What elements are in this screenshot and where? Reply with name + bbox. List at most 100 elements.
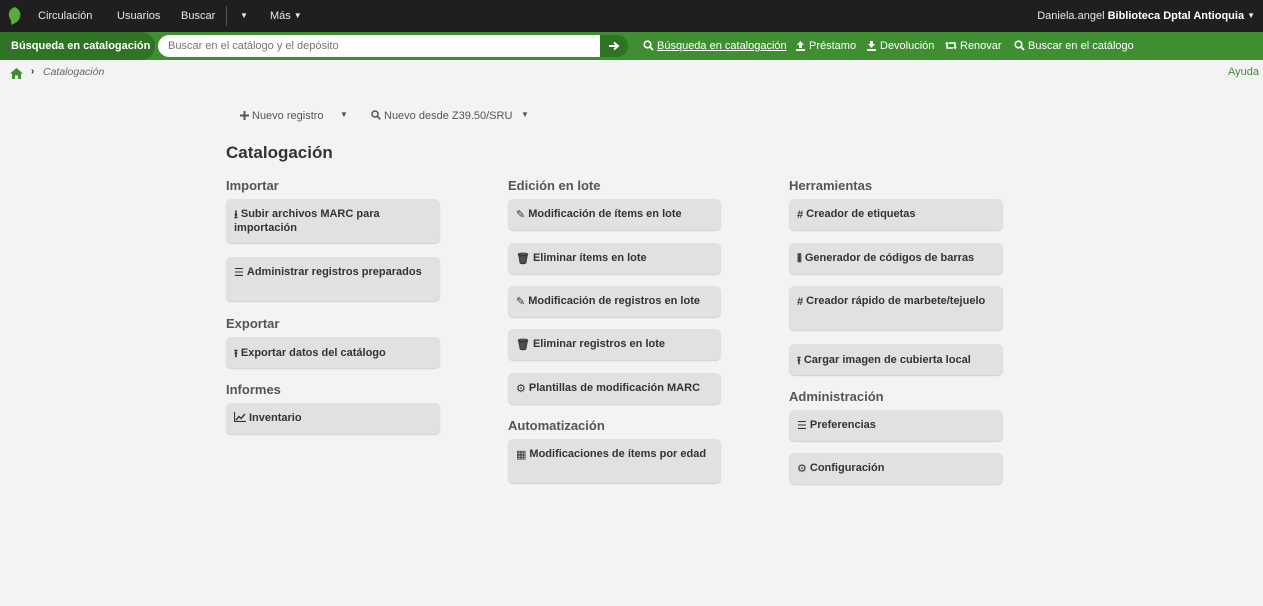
quick-checkout[interactable]: Préstamo [795, 32, 856, 60]
trash-icon: 🗑 [516, 253, 530, 265]
search-type-label[interactable]: Búsqueda en catalogación [0, 32, 155, 60]
user-menu[interactable]: Daniela.angel Biblioteca Dptal Antioquia… [1037, 0, 1255, 32]
quick-search-catalog[interactable]: Buscar en el catálogo [1014, 32, 1134, 60]
user-name: Daniela.angel [1037, 10, 1105, 22]
export-catalog-button[interactable]: ⭱ Exportar datos del catálogo [226, 337, 440, 368]
label-creator-button[interactable]: # Creador de etiquetas [789, 199, 1003, 230]
section-exportar: Exportar [226, 316, 280, 331]
button-label: Creador de etiquetas [806, 208, 916, 220]
batch-item-deletion-button[interactable]: 🗑 Eliminar ítems en lote [508, 243, 721, 274]
quick-checkin[interactable]: Devolución [866, 32, 934, 60]
button-label: Preferencias [809, 419, 876, 431]
library-name: Biblioteca Dptal Antioquia [1107, 10, 1245, 22]
section-importar: Importar [226, 178, 279, 193]
home-icon[interactable] [10, 68, 23, 79]
button-label: Configuración [809, 462, 885, 474]
line-chart-icon [234, 412, 246, 422]
age-item-modification-button[interactable]: ▦ Modificaciones de ítems por edad [508, 439, 721, 483]
chevron-down-icon: ▼ [1247, 11, 1255, 20]
quick-label: Búsqueda en catalogación [657, 40, 787, 52]
upload-icon [796, 41, 805, 51]
chevron-down-icon: ▼ [293, 11, 302, 20]
search-icon [1014, 40, 1025, 51]
help-link[interactable]: Ayuda [1228, 66, 1259, 78]
nav-mas[interactable]: Más ▼ [270, 0, 302, 32]
section-edicion-lote: Edición en lote [508, 178, 601, 193]
button-label: Exportar datos del catálogo [240, 347, 386, 359]
pencil-icon: ✎ [516, 296, 526, 308]
batch-record-modification-button[interactable]: ✎ Modificación de registros en lote [508, 286, 721, 317]
search-icon [643, 40, 654, 51]
arrow-right-icon [609, 41, 620, 51]
button-label: Generador de códigos de barras [804, 252, 975, 264]
quick-catalog-search[interactable]: Búsqueda en catalogación [643, 32, 787, 60]
new-z3950-label: Nuevo desde Z39.50/SRU [384, 110, 513, 122]
button-label: Inventario [249, 412, 302, 424]
download-icon [867, 41, 876, 51]
breadcrumb-current: Catalogación [43, 66, 105, 78]
download-icon: ⭳ [234, 209, 238, 221]
button-label: Administrar registros preparados [246, 266, 422, 278]
new-z3950-dropdown[interactable]: ▼ [521, 110, 529, 119]
quick-label: Buscar en el catálogo [1028, 40, 1134, 52]
upload-icon: ⭱ [234, 348, 238, 360]
button-label: Plantillas de modificación MARC [528, 382, 701, 394]
configuration-button[interactable]: ⚙ Configuración [789, 453, 1003, 484]
calendar-icon: ▦ [516, 449, 527, 461]
quick-renew[interactable]: Renovar [945, 32, 1002, 60]
gears-icon: ⚙ [797, 463, 807, 475]
chevron-down-icon: ▼ [240, 11, 248, 20]
nav-buscar[interactable]: Buscar [181, 0, 215, 32]
new-record-button[interactable]: Nuevo registro [240, 110, 324, 126]
button-label: Modificación de ítems en lote [528, 208, 682, 220]
hashtag-icon: # [797, 296, 804, 308]
section-administracion: Administración [789, 389, 884, 404]
list-icon: ☰ [234, 267, 244, 279]
new-record-dropdown[interactable]: ▼ [340, 110, 348, 119]
pencil-icon: ✎ [516, 209, 526, 221]
marc-templates-button[interactable]: ⚙ Plantillas de modificación MARC [508, 373, 721, 404]
upload-marc-button[interactable]: ⭳ Subir archivos MARC para importación [226, 199, 440, 243]
search-input[interactable] [158, 35, 600, 57]
new-record-label: Nuevo registro [252, 110, 324, 122]
search-icon [371, 110, 381, 120]
section-informes: Informes [226, 382, 281, 397]
batch-record-deletion-button[interactable]: 🗑 Eliminar registros en lote [508, 329, 721, 360]
nav-mas-label: Más [270, 10, 291, 22]
button-label: Modificaciones de ítems por edad [529, 448, 707, 460]
nav-dropdown-toggle[interactable]: ▼ [237, 0, 248, 32]
button-label: Eliminar registros en lote [532, 338, 666, 350]
quick-label: Devolución [880, 40, 935, 52]
page-title: Catalogación [226, 143, 333, 162]
nav-divider [226, 6, 227, 26]
chevron-right-icon: › [31, 66, 35, 77]
section-automatizacion: Automatización [508, 418, 605, 433]
preferences-button[interactable]: ☰ Preferencias [789, 410, 1003, 441]
nav-circulacion[interactable]: Circulación [38, 0, 92, 32]
search-submit-button[interactable] [600, 35, 628, 57]
retweet-icon [945, 41, 957, 50]
top-navbar: Circulación Usuarios Buscar ▼ Más ▼ Danie… [0, 0, 1263, 32]
trash-icon: 🗑 [516, 339, 530, 351]
spine-label-button[interactable]: # Creador rápido de marbete/tejuelo [789, 286, 1003, 330]
button-label: Modificación de registros en lote [528, 295, 700, 307]
barcode-generator-button[interactable]: ⦀ Generador de códigos de barras [789, 243, 1003, 274]
gear-icon: ⚙ [516, 383, 526, 395]
button-label: Eliminar ítems en lote [532, 252, 647, 264]
quick-label: Renovar [960, 40, 1002, 52]
hashtag-icon: # [797, 209, 804, 221]
koha-logo-icon[interactable] [8, 7, 22, 25]
plus-icon [240, 111, 249, 120]
manage-staged-button[interactable]: ☰ Administrar registros preparados [226, 257, 440, 301]
search-bar: Búsqueda en catalogación Búsqueda en cat… [0, 32, 1263, 60]
upload-icon: ⭱ [797, 355, 801, 367]
list-icon: ☰ [797, 420, 807, 432]
barcode-icon: ⦀ [797, 253, 802, 265]
new-z3950-button[interactable]: Nuevo desde Z39.50/SRU [371, 110, 512, 126]
nav-usuarios[interactable]: Usuarios [117, 0, 160, 32]
batch-item-modification-button[interactable]: ✎ Modificación de ítems en lote [508, 199, 721, 230]
section-herramientas: Herramientas [789, 178, 873, 193]
inventory-button[interactable]: Inventario [226, 403, 440, 434]
button-label: Cargar imagen de cubierta local [803, 354, 971, 366]
cover-upload-button[interactable]: ⭱ Cargar imagen de cubierta local [789, 344, 1003, 375]
